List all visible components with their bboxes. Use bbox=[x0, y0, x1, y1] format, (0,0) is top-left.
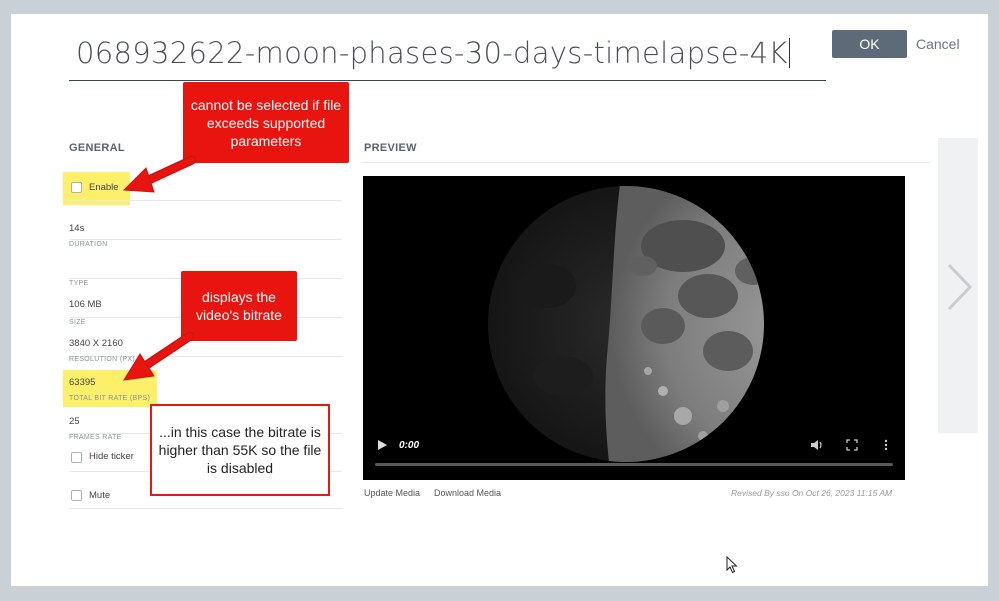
framerate-value: 25 bbox=[69, 416, 80, 427]
text-caret bbox=[788, 38, 790, 68]
update-media-link[interactable]: Update Media bbox=[364, 488, 420, 498]
general-heading: GENERAL bbox=[69, 142, 125, 154]
callout-bitrate: displays the video's bitrate bbox=[181, 271, 297, 341]
preview-divider bbox=[363, 162, 930, 163]
size-value: 106 MB bbox=[69, 299, 102, 310]
video-player[interactable]: 0:00 bbox=[363, 176, 905, 480]
bitrate-value: 63395 bbox=[69, 377, 96, 388]
resolution-value: 3840 X 2160 bbox=[69, 338, 123, 349]
video-time: 0:00 bbox=[399, 440, 420, 451]
mute-label: Mute bbox=[89, 490, 111, 501]
enable-checkbox[interactable] bbox=[71, 182, 82, 193]
filename-input[interactable]: 068932622-moon-phases-30-days-timelapse-… bbox=[76, 36, 790, 70]
download-media-link[interactable]: Download Media bbox=[434, 488, 501, 498]
filename-text: 068932622-moon-phases-30-days-timelapse-… bbox=[76, 36, 788, 70]
enable-row: Enable bbox=[69, 164, 342, 201]
duration-field: 14s DURATION bbox=[69, 201, 342, 248]
ok-button[interactable]: OK bbox=[832, 30, 907, 58]
mute-checkbox[interactable] bbox=[71, 490, 82, 501]
note-bitrate-disabled: ...in this case the bitrate is higher th… bbox=[150, 404, 330, 496]
cancel-button[interactable]: Cancel bbox=[916, 30, 971, 58]
fullscreen-icon[interactable] bbox=[845, 438, 859, 452]
mouse-cursor-icon bbox=[726, 556, 738, 574]
callout-enable: cannot be selected if file exceeds suppo… bbox=[183, 82, 349, 163]
bitrate-field: 63395 TOTAL BIT RATE (BPS) bbox=[69, 357, 342, 402]
duration-value: 14s bbox=[69, 223, 85, 234]
volume-icon[interactable] bbox=[809, 438, 823, 452]
moon-image bbox=[488, 186, 764, 462]
revised-info: Revised By sso On Oct 26, 2023 11:15 AM bbox=[731, 488, 893, 498]
preview-heading: PREVIEW bbox=[364, 142, 417, 154]
filename-underline bbox=[69, 80, 826, 81]
hide-ticker-checkbox[interactable] bbox=[71, 452, 82, 463]
play-icon[interactable] bbox=[376, 439, 388, 451]
more-options-icon[interactable] bbox=[879, 438, 893, 452]
chevron-right-icon[interactable] bbox=[946, 262, 974, 312]
video-progress-bar[interactable] bbox=[375, 463, 893, 466]
enable-label: Enable bbox=[89, 182, 119, 193]
hide-ticker-label: Hide ticker bbox=[89, 451, 134, 462]
